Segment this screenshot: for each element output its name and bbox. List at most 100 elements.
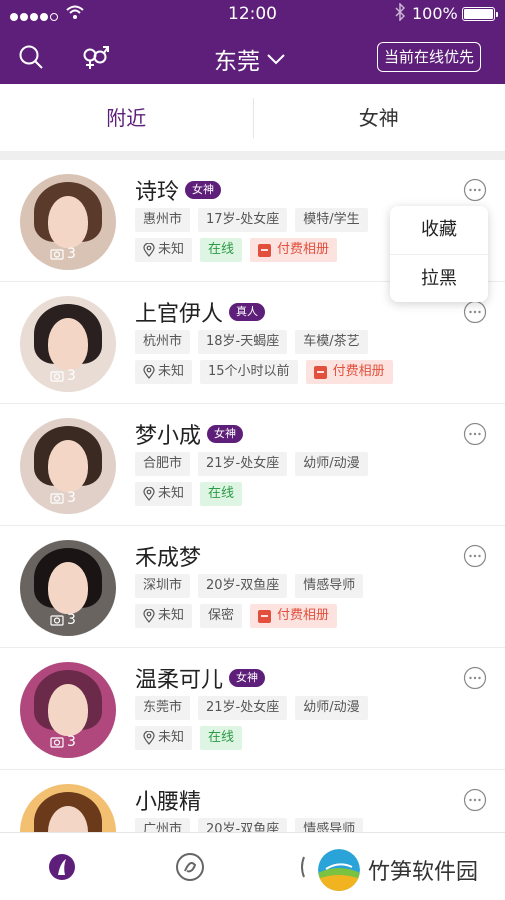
status-tags: 未知 保密 付费相册 bbox=[135, 604, 338, 628]
info-tags: 合肥市 21岁-处女座 幼师/动漫 bbox=[135, 452, 368, 476]
more-options-icon[interactable] bbox=[463, 788, 487, 812]
search-icon[interactable] bbox=[18, 44, 44, 70]
user-row[interactable]: 3 温柔可儿 女神 东莞市 21岁-处女座 幼师/动漫 未知 在线 bbox=[0, 648, 505, 770]
avatar-face bbox=[48, 196, 88, 248]
paid-album-tag[interactable]: 付费相册 bbox=[250, 604, 338, 628]
avatar[interactable]: 3 bbox=[20, 296, 116, 392]
user-badge: 真人 bbox=[229, 303, 266, 321]
block-menu-item[interactable]: 拉黑 bbox=[390, 254, 488, 302]
avatar[interactable]: 3 bbox=[20, 784, 116, 832]
location-pin-icon bbox=[143, 731, 155, 745]
photo-count: 3 bbox=[50, 246, 76, 262]
info-tag: 深圳市 bbox=[135, 574, 191, 598]
more-options-icon[interactable] bbox=[463, 422, 487, 446]
camera-icon bbox=[50, 249, 64, 260]
user-name[interactable]: 小腰精 bbox=[135, 784, 201, 816]
more-options-icon[interactable] bbox=[463, 178, 487, 202]
info-tags: 广州市 20岁-双鱼座 情感导师 bbox=[135, 818, 364, 832]
status-tags: 未知 在线 bbox=[135, 726, 243, 750]
photo-count: 3 bbox=[50, 368, 76, 384]
user-name-line: 小腰精 bbox=[135, 784, 201, 816]
online-first-button[interactable]: 当前在线优先 bbox=[377, 42, 482, 72]
user-name-line: 梦小成 女神 bbox=[135, 418, 244, 450]
avatar[interactable]: 3 bbox=[20, 418, 116, 514]
more-options-icon[interactable] bbox=[463, 666, 487, 690]
info-tag: 车模/茶艺 bbox=[295, 330, 368, 354]
location-text: 未知 bbox=[158, 486, 185, 501]
user-name[interactable]: 温柔可儿 bbox=[135, 662, 223, 694]
user-name-line: 禾成梦 bbox=[135, 540, 201, 572]
photo-count: 3 bbox=[50, 490, 76, 506]
online-status-tag: 在线 bbox=[200, 238, 243, 262]
location-text: 未知 bbox=[158, 608, 185, 623]
info-tags: 惠州市 17岁-处女座 模特/学生 bbox=[135, 208, 368, 232]
city-selector[interactable]: 东莞 bbox=[214, 42, 286, 76]
tab-bar: 附近 女神 bbox=[0, 84, 505, 152]
location-tag: 未知 bbox=[135, 726, 193, 750]
info-tag: 模特/学生 bbox=[295, 208, 368, 232]
camera-icon bbox=[50, 737, 64, 748]
gift-icon bbox=[258, 609, 272, 623]
photo-count: 3 bbox=[50, 612, 76, 628]
avatar-face bbox=[48, 440, 88, 492]
location-tag: 未知 bbox=[135, 482, 193, 506]
home-nav-icon[interactable] bbox=[46, 851, 78, 883]
watermark: 竹笋软件园 bbox=[306, 842, 502, 898]
location-tag: 未知 bbox=[135, 360, 193, 384]
location-text: 未知 bbox=[158, 242, 185, 257]
user-row[interactable]: 3 梦小成 女神 合肥市 21岁-处女座 幼师/动漫 未知 在线 bbox=[0, 404, 505, 526]
info-tag: 合肥市 bbox=[135, 452, 191, 476]
gift-icon bbox=[258, 243, 272, 257]
info-tag: 21岁-处女座 bbox=[198, 452, 288, 476]
info-tag: 21岁-处女座 bbox=[198, 696, 288, 720]
user-name[interactable]: 上官伊人 bbox=[135, 296, 223, 328]
favorite-menu-item[interactable]: 收藏 bbox=[390, 206, 488, 254]
info-tag: 18岁-天蝎座 bbox=[198, 330, 288, 354]
battery-icon bbox=[462, 7, 498, 21]
more-options-icon[interactable] bbox=[463, 300, 487, 324]
user-name[interactable]: 诗玲 bbox=[135, 174, 179, 206]
avatar[interactable]: 3 bbox=[20, 540, 116, 636]
user-name[interactable]: 禾成梦 bbox=[135, 540, 201, 572]
avatar-face bbox=[48, 684, 88, 736]
info-tag: 20岁-双鱼座 bbox=[198, 574, 288, 598]
paid-album-tag[interactable]: 付费相册 bbox=[305, 360, 393, 384]
user-name-line: 诗玲 女神 bbox=[135, 174, 222, 206]
info-tag: 惠州市 bbox=[135, 208, 191, 232]
gender-filter-icon[interactable] bbox=[80, 42, 110, 72]
paid-album-tag[interactable]: 付费相册 bbox=[250, 238, 338, 262]
online-status-tag: 在线 bbox=[200, 482, 243, 506]
tab-goddess[interactable]: 女神 bbox=[253, 84, 505, 151]
user-badge: 女神 bbox=[207, 425, 244, 443]
location-pin-icon bbox=[143, 487, 155, 501]
more-popup-menu: 收藏 拉黑 bbox=[390, 206, 488, 302]
status-bar: 12:00 100% bbox=[0, 0, 505, 28]
bluetooth-icon bbox=[395, 3, 406, 21]
photo-count-value: 3 bbox=[67, 734, 76, 750]
avatar[interactable]: 3 bbox=[20, 662, 116, 758]
photo-count-value: 3 bbox=[67, 612, 76, 628]
info-tag: 情感导师 bbox=[295, 574, 364, 598]
user-row[interactable]: 3 小腰精广州市 20岁-双鱼座情感导师 bbox=[0, 770, 505, 832]
photo-count-value: 3 bbox=[67, 368, 76, 384]
gift-icon bbox=[313, 365, 327, 379]
tab-nearby[interactable]: 附近 bbox=[0, 84, 253, 151]
app-header: 12:00 100% 东莞 当前在线优先 bbox=[0, 0, 505, 84]
location-text: 未知 bbox=[158, 730, 185, 745]
more-options-icon[interactable] bbox=[463, 544, 487, 568]
camera-icon bbox=[50, 371, 64, 382]
info-tag: 杭州市 bbox=[135, 330, 191, 354]
discover-nav-icon[interactable] bbox=[174, 851, 206, 883]
photo-count: 3 bbox=[50, 734, 76, 750]
camera-icon bbox=[50, 493, 64, 504]
user-name[interactable]: 梦小成 bbox=[135, 418, 201, 450]
user-name-line: 上官伊人 真人 bbox=[135, 296, 266, 328]
user-row[interactable]: 3 禾成梦 深圳市 20岁-双鱼座 情感导师未知 保密 付费相册 bbox=[0, 526, 505, 648]
info-tag: 广州市 bbox=[135, 818, 191, 832]
paid-album-text: 付费相册 bbox=[332, 364, 385, 379]
info-tag: 17岁-处女座 bbox=[198, 208, 288, 232]
status-tags: 未知 在线 付费相册 bbox=[135, 238, 338, 262]
location-tag: 未知 bbox=[135, 604, 193, 628]
avatar[interactable]: 3 bbox=[20, 174, 116, 270]
location-pin-icon bbox=[143, 609, 155, 623]
